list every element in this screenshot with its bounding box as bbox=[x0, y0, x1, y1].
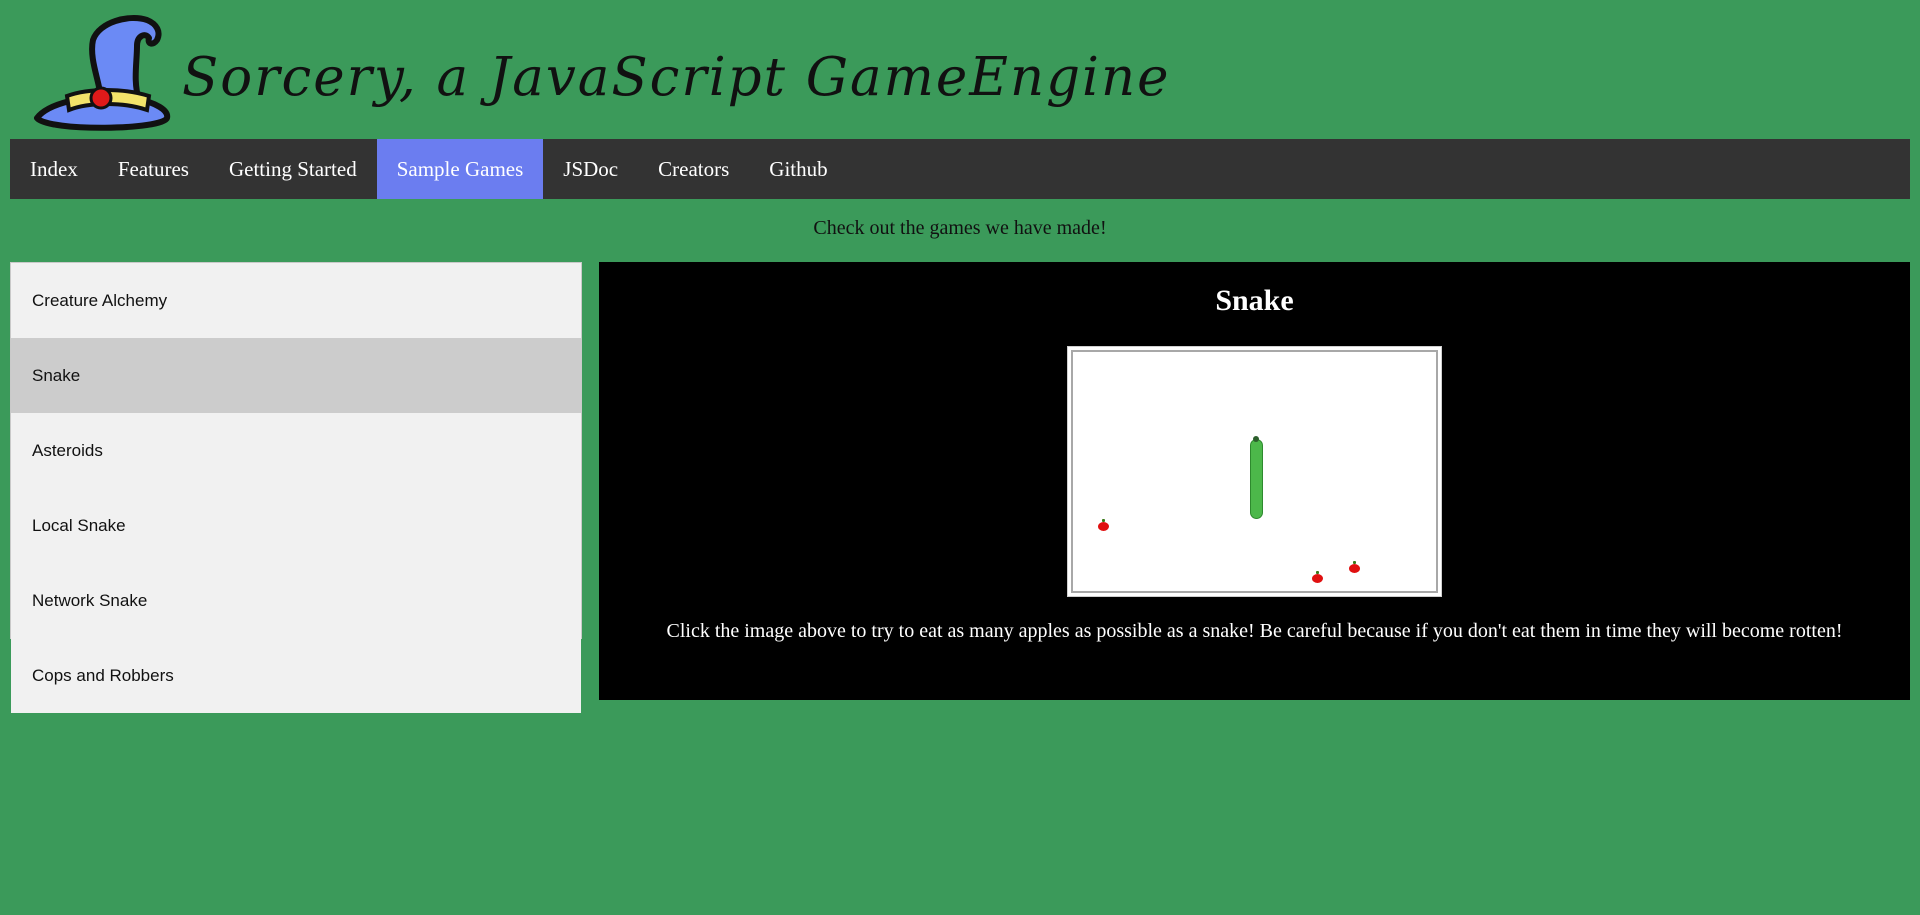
games-sidebar: Creature Alchemy Snake Asteroids Local S… bbox=[10, 262, 582, 639]
apple-sprite bbox=[1312, 571, 1323, 583]
wizard-hat-icon bbox=[34, 15, 171, 131]
apple-sprite bbox=[1349, 561, 1360, 573]
game-panel: Snake Click the image above to try to ea… bbox=[599, 262, 1910, 700]
sidebar-item-network-snake[interactable]: Network Snake bbox=[11, 563, 581, 638]
snake-sprite bbox=[1250, 439, 1263, 519]
game-preview-image[interactable] bbox=[1067, 346, 1442, 597]
snake-head-sprite bbox=[1253, 436, 1259, 442]
page-tagline: Check out the games we have made! bbox=[813, 217, 1107, 239]
nav-item-sample-games[interactable]: Sample Games bbox=[376, 139, 544, 199]
apple-sprite bbox=[1098, 519, 1109, 531]
logo-title: Sorcery, a JavaScript GameEngine bbox=[182, 47, 1171, 108]
nav-item-getting-started[interactable]: Getting Started bbox=[209, 139, 377, 199]
nav-item-jsdoc[interactable]: JSDoc bbox=[543, 139, 638, 199]
game-title: Snake bbox=[1215, 284, 1294, 317]
nav-item-index[interactable]: Index bbox=[10, 139, 98, 199]
nav-item-features[interactable]: Features bbox=[98, 139, 209, 199]
sidebar-item-cops-and-robbers[interactable]: Cops and Robbers bbox=[11, 638, 581, 713]
nav-item-github[interactable]: Github bbox=[749, 139, 847, 199]
game-canvas bbox=[1071, 350, 1438, 593]
main-nav: Index Features Getting Started Sample Ga… bbox=[10, 139, 1910, 199]
sidebar-item-asteroids[interactable]: Asteroids bbox=[11, 413, 581, 488]
sidebar-item-snake[interactable]: Snake bbox=[11, 338, 581, 413]
sidebar-item-creature-alchemy[interactable]: Creature Alchemy bbox=[11, 263, 581, 338]
nav-item-creators[interactable]: Creators bbox=[638, 139, 749, 199]
site-header: Sorcery, a JavaScript GameEngine bbox=[0, 0, 1920, 139]
game-description: Click the image above to try to eat as m… bbox=[666, 620, 1843, 642]
sidebar-item-local-snake[interactable]: Local Snake bbox=[11, 488, 581, 563]
